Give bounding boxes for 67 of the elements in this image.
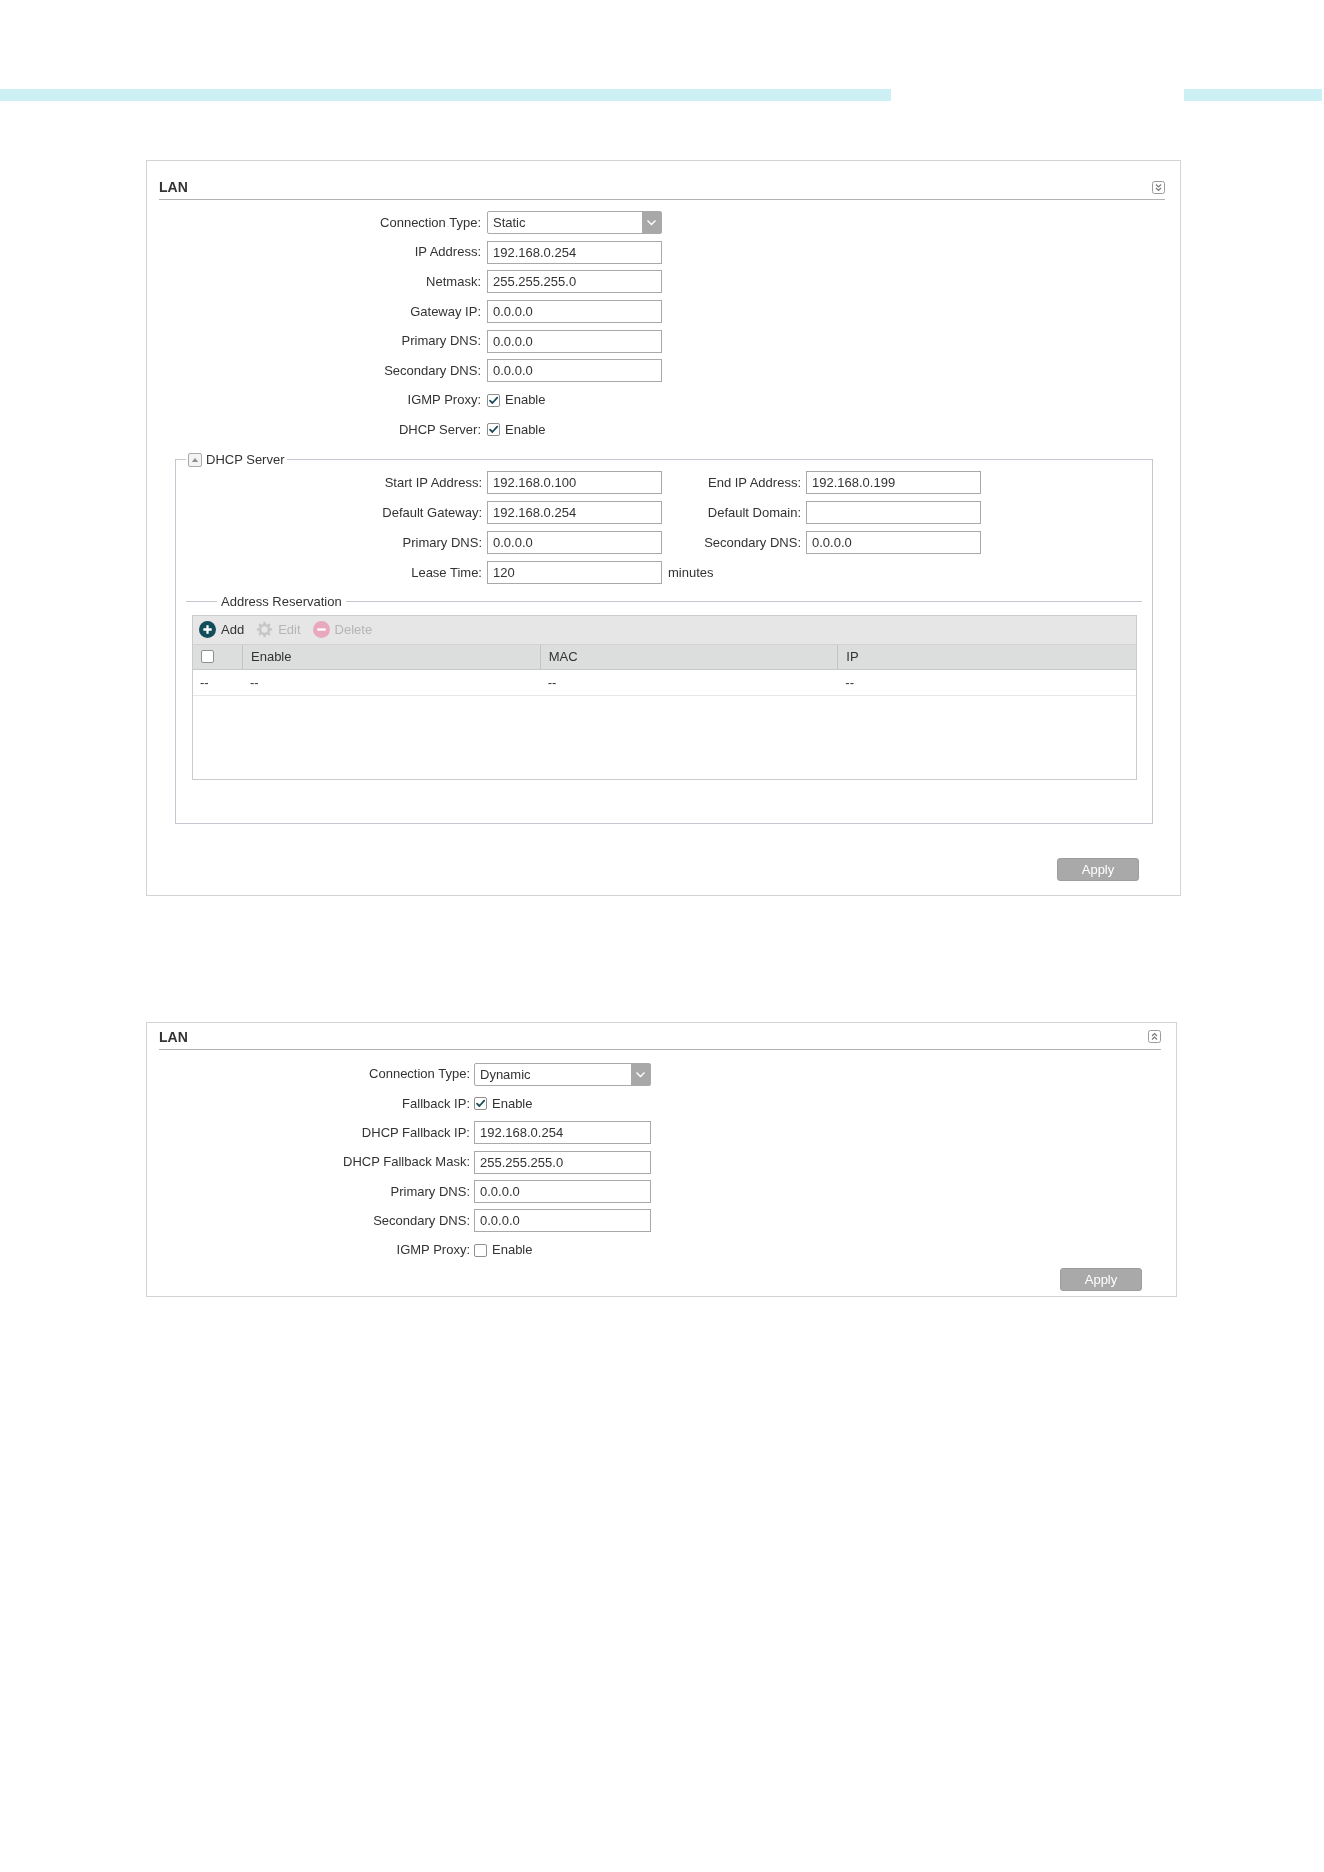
form-label: Lease Time:: [411, 564, 482, 581]
option-label: Enable: [492, 1095, 533, 1112]
text-field[interactable]: 255.255.255.0: [487, 270, 662, 294]
text-field[interactable]: 0.0.0.0: [806, 531, 981, 555]
text-field[interactable]: 0.0.0.0: [487, 531, 662, 555]
checkbox[interactable]: [487, 393, 500, 407]
text-field[interactable]: [806, 501, 981, 525]
option-label: Enable: [505, 392, 546, 409]
double-chevron-down-icon[interactable]: [1152, 180, 1165, 194]
unit-label: minutes: [668, 564, 714, 581]
table-cell-text: --: [249, 673, 260, 692]
table-cell-text: --: [546, 673, 558, 692]
form-label: Start IP Address:: [384, 474, 482, 491]
form-label: End IP Address:: [708, 474, 801, 491]
gear-icon: [256, 621, 274, 639]
form-label: Connection Type:: [369, 1066, 470, 1083]
text-field[interactable]: 0.0.0.0: [487, 300, 662, 324]
form-label: Primary DNS:: [401, 333, 481, 350]
form-label: DHCP Server:: [398, 421, 481, 438]
section-title: Address Reservation: [220, 593, 343, 610]
text-field[interactable]: 255.255.255.0: [474, 1150, 651, 1174]
text-field[interactable]: 120: [487, 561, 662, 585]
text-field[interactable]: 0.0.0.0: [487, 329, 662, 353]
form-label: DHCP Fallback Mask:: [343, 1154, 470, 1171]
form-label: Connection Type:: [380, 214, 481, 231]
text-field[interactable]: 192.168.0.254: [487, 501, 662, 525]
form-label: DHCP Fallback IP:: [361, 1125, 470, 1141]
form-label: IP Address:: [414, 244, 481, 261]
column-header: MAC: [540, 644, 839, 669]
plus-circle-icon: [199, 621, 216, 639]
text-field[interactable]: 0.0.0.0: [487, 359, 662, 383]
checkbox[interactable]: [474, 1097, 487, 1111]
add-button[interactable]: Add: [199, 621, 245, 639]
checkbox[interactable]: [487, 423, 500, 437]
text-field[interactable]: 192.168.0.254: [474, 1121, 651, 1145]
text-field[interactable]: 0.0.0.0: [474, 1209, 651, 1233]
option-label: Enable: [492, 1242, 533, 1259]
form-label: Netmask:: [426, 274, 481, 290]
minus-circle-icon: [312, 621, 330, 639]
text-field[interactable]: 192.168.0.100: [487, 471, 662, 495]
form-label: Secondary DNS:: [704, 534, 801, 551]
form-label: Secondary DNS:: [384, 362, 481, 379]
section-title: DHCP Server: [206, 451, 285, 468]
panel-title: LAN: [159, 179, 188, 195]
column-header: IP: [845, 648, 860, 667]
text-field[interactable]: 192.168.0.199: [806, 471, 981, 495]
form-label: Default Domain:: [707, 504, 801, 521]
dropdown[interactable]: Static: [487, 211, 662, 235]
double-chevron-up-icon[interactable]: [1148, 1030, 1161, 1044]
form-label: Gateway IP:: [410, 303, 481, 320]
column-header: Enable: [243, 644, 541, 669]
form-label: IGMP Proxy:: [407, 392, 481, 409]
table-cell-text: --: [844, 673, 855, 692]
form-label: Primary DNS:: [402, 534, 482, 551]
text-field[interactable]: 0.0.0.0: [474, 1180, 651, 1204]
form-label: Secondary DNS:: [373, 1212, 470, 1229]
form-label: Primary DNS:: [390, 1183, 470, 1200]
text-field[interactable]: 192.168.0.254: [487, 240, 662, 264]
checkbox[interactable]: [474, 1243, 487, 1257]
option-label: Enable: [505, 421, 546, 438]
select-all-checkbox[interactable]: [201, 650, 214, 664]
form-label: Fallback IP:: [402, 1095, 470, 1112]
dropdown[interactable]: Dynamic: [474, 1062, 651, 1086]
table-cell-text: --: [199, 673, 210, 692]
form-label: Default Gateway:: [382, 504, 482, 521]
panel-title: LAN: [159, 1028, 188, 1045]
form-label: IGMP Proxy:: [396, 1242, 470, 1259]
